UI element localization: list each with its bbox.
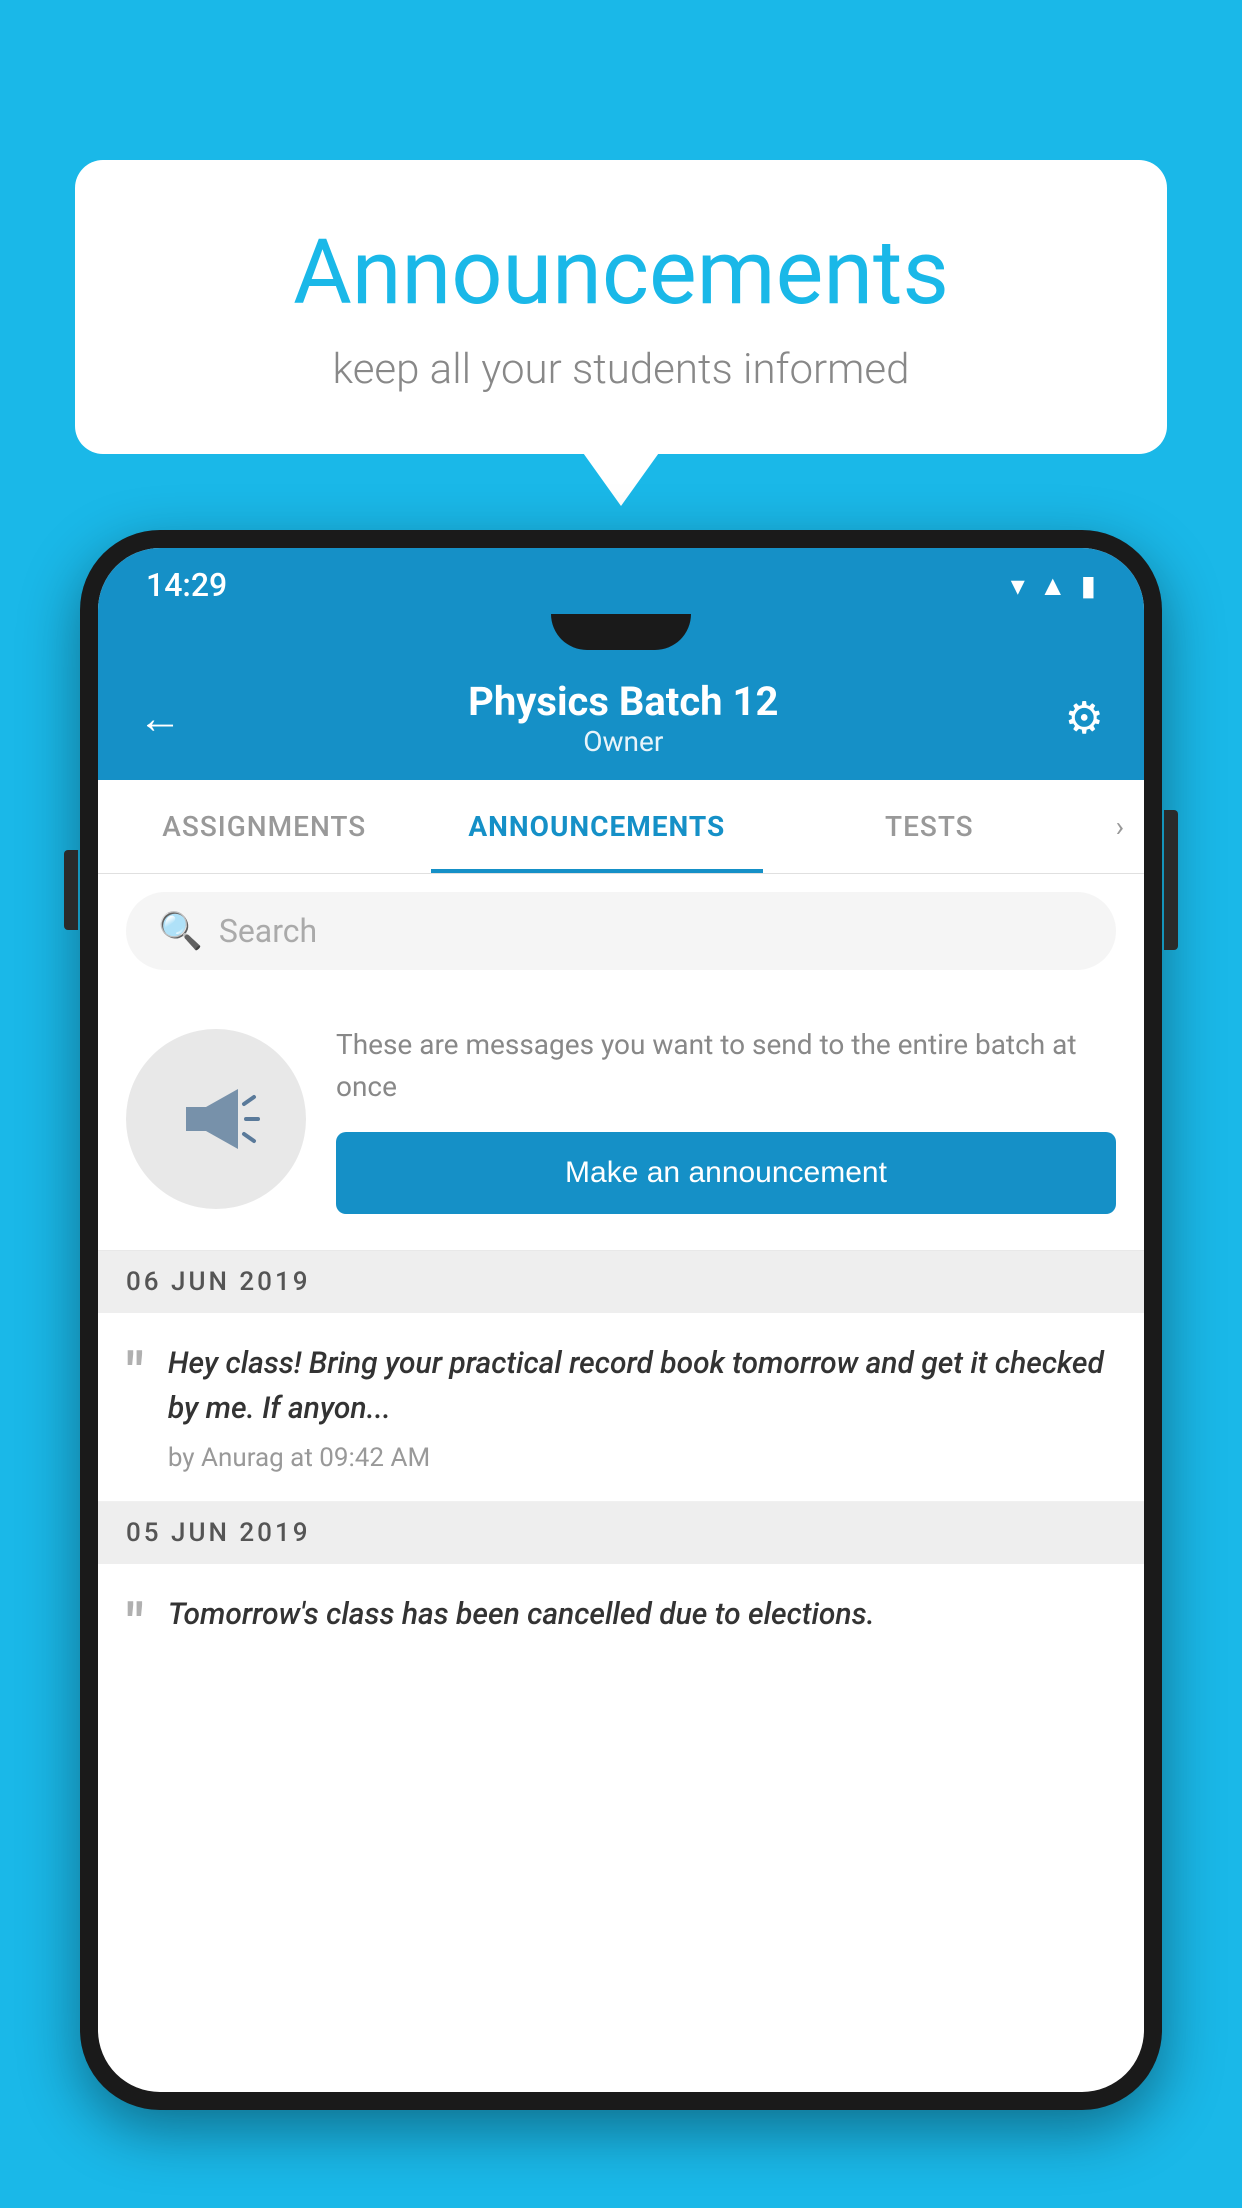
wifi-icon: ▾: [1011, 569, 1025, 602]
tab-tests[interactable]: TESTS: [763, 780, 1096, 873]
tab-announcements[interactable]: ANNOUNCEMENTS: [431, 780, 764, 873]
signal-icon: ▲: [1039, 569, 1067, 602]
status-time: 14:29: [146, 566, 227, 604]
announcement-content-1: Hey class! Bring your practical record b…: [168, 1341, 1116, 1473]
date-separator-2: 05 JUN 2019: [98, 1502, 1144, 1564]
header-center: Physics Batch 12 Owner: [182, 678, 1065, 758]
announcements-tagline: keep all your students informed: [135, 345, 1107, 394]
back-button[interactable]: ←: [138, 692, 182, 744]
announcement-item-2[interactable]: " Tomorrow's class has been cancelled du…: [98, 1564, 1144, 1672]
quote-icon-2: ": [126, 1596, 144, 1652]
megaphone-circle: [126, 1029, 306, 1209]
tabs-bar: ASSIGNMENTS ANNOUNCEMENTS TESTS ›: [98, 780, 1144, 874]
date-separator-1: 06 JUN 2019: [98, 1251, 1144, 1313]
status-icons: ▾ ▲ ▮: [1011, 569, 1096, 602]
search-placeholder-text: Search: [219, 912, 317, 950]
tab-assignments[interactable]: ASSIGNMENTS: [98, 780, 431, 873]
promo-description: These are messages you want to send to t…: [336, 1024, 1116, 1108]
make-announcement-button[interactable]: Make an announcement: [336, 1132, 1116, 1214]
search-bar[interactable]: 🔍 Search: [126, 892, 1116, 970]
tab-more-icon[interactable]: ›: [1096, 780, 1144, 873]
notch-area: [98, 614, 1144, 656]
search-container: 🔍 Search: [98, 874, 1144, 988]
batch-title: Physics Batch 12: [182, 678, 1065, 725]
announcement-text-1: Hey class! Bring your practical record b…: [168, 1341, 1116, 1431]
app-header: ← Physics Batch 12 Owner ⚙: [98, 656, 1144, 780]
notch: [551, 614, 691, 650]
announcement-item-1[interactable]: " Hey class! Bring your practical record…: [98, 1313, 1144, 1502]
batch-role: Owner: [182, 725, 1065, 758]
phone-screen: 14:29 ▾ ▲ ▮ ← Physics Batch 12 Owner ⚙: [98, 548, 1144, 2092]
announcement-meta-1: by Anurag at 09:42 AM: [168, 1443, 1116, 1473]
search-icon: 🔍: [158, 910, 203, 952]
quote-icon-1: ": [126, 1345, 144, 1401]
phone-outer-shell: 14:29 ▾ ▲ ▮ ← Physics Batch 12 Owner ⚙: [80, 530, 1162, 2110]
announcements-heading: Announcements: [135, 220, 1107, 325]
settings-icon[interactable]: ⚙: [1065, 692, 1104, 744]
announcement-content-2: Tomorrow's class has been cancelled due …: [168, 1592, 1116, 1637]
megaphone-icon: [166, 1069, 266, 1169]
speech-bubble-section: Announcements keep all your students inf…: [75, 160, 1167, 454]
status-bar: 14:29 ▾ ▲ ▮: [98, 548, 1144, 614]
promo-right: These are messages you want to send to t…: [336, 1024, 1116, 1214]
screen-content: 🔍 Search: [98, 874, 1144, 2092]
phone-mockup: 14:29 ▾ ▲ ▮ ← Physics Batch 12 Owner ⚙: [80, 530, 1162, 2208]
announcement-text-2: Tomorrow's class has been cancelled due …: [168, 1592, 1116, 1637]
speech-bubble-card: Announcements keep all your students inf…: [75, 160, 1167, 454]
promo-section: These are messages you want to send to t…: [98, 988, 1144, 1251]
battery-icon: ▮: [1081, 569, 1096, 602]
